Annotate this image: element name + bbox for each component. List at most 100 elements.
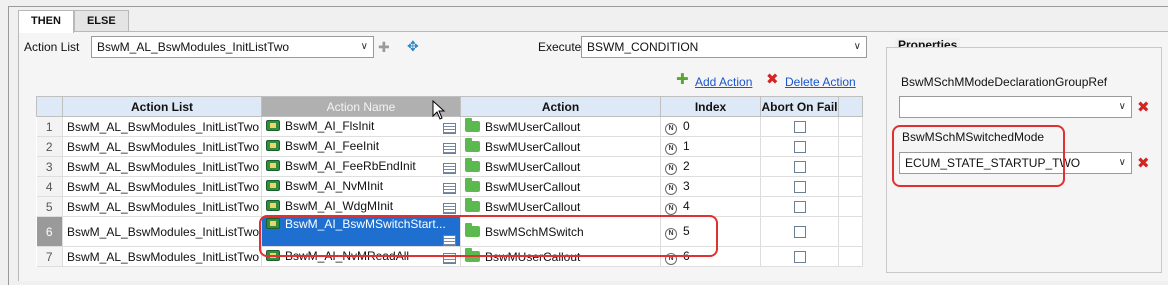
abort-on-fail-cell [760,156,839,177]
action-item-icon [266,120,280,131]
navigate-icon[interactable]: ✥ [407,39,419,53]
action-type-text: BswMUserCallout [485,139,581,154]
add-icon: ✚ [676,71,689,88]
index-cell[interactable]: N4 [660,196,761,217]
column-header-abort-on-fail[interactable]: Abort On Fail [760,96,839,117]
row-number: 3 [36,156,63,177]
action-name-cell[interactable]: BswM_AI_FeeInit [261,136,461,157]
column-header-index[interactable]: Index [660,96,761,117]
action-list-cell[interactable]: BswM_AL_BswModules_InitListTwo [62,136,262,157]
table-row[interactable]: 2 BswM_AL_BswModules_InitListTwo BswM_AI_F… [36,136,863,157]
action-list-label: Action List [24,40,80,54]
filler-cell [838,176,863,197]
integer-icon: N [665,202,677,215]
column-header-action[interactable]: Action [460,96,661,117]
row-number-header [36,96,63,117]
filler-header [838,96,863,117]
abort-on-fail-checkbox[interactable] [793,226,806,239]
action-item-icon [266,160,280,171]
clear-switched-mode-icon[interactable]: ✖ [1137,156,1150,171]
action-cell[interactable]: BswMUserCallout [460,136,661,157]
action-name-cell[interactable]: BswM_AI_WdgMInit [261,196,461,217]
list-editor-icon[interactable] [443,163,456,174]
abort-on-fail-cell [760,246,839,267]
index-value: 4 [683,198,690,213]
action-name-text: BswM_AI_FeeInit [285,139,380,153]
action-item-icon [266,180,280,191]
row-number: 2 [36,136,63,157]
table-row[interactable]: 1 BswM_AL_BswModules_InitListTwo BswM_AI_F… [36,116,863,137]
list-editor-icon[interactable] [443,203,456,214]
abort-on-fail-cell [760,216,839,247]
folder-icon [465,197,480,212]
filler-cell [838,116,863,137]
column-header-action-list[interactable]: Action List [62,96,262,117]
index-cell[interactable]: N3 [660,176,761,197]
integer-icon: N [665,122,677,135]
execute-value: BSWM_CONDITION [587,40,699,54]
folder-icon [465,157,480,172]
action-list-cell[interactable]: BswM_AL_BswModules_InitListTwo [62,216,262,247]
add-action-link[interactable]: Add Action [695,75,752,89]
filler-cell [838,136,863,157]
action-list-select[interactable]: BswM_AL_BswModules_InitListTwo ∨ [91,36,374,58]
folder-icon [465,137,480,152]
list-editor-icon[interactable] [443,143,456,154]
execute-select[interactable]: BSWM_CONDITION ∨ [581,36,867,58]
index-cell[interactable]: N0 [660,116,761,137]
filler-cell [838,156,863,177]
action-name-cell[interactable]: BswM_AI_FeeRbEndInit [261,156,461,177]
delete-action-link[interactable]: Delete Action [785,75,856,89]
table-row[interactable]: 5 BswM_AL_BswModules_InitListTwo BswM_AI_W… [36,196,863,217]
folder-icon [465,177,480,192]
abort-on-fail-checkbox[interactable] [793,161,806,174]
action-list-cell[interactable]: BswM_AL_BswModules_InitListTwo [62,196,262,217]
row-number: 1 [36,116,63,137]
action-list-cell[interactable]: BswM_AL_BswModules_InitListTwo [62,176,262,197]
mode-decl-group-select[interactable]: ∨ [899,96,1132,118]
action-type-text: BswMUserCallout [485,199,581,214]
tab-then[interactable]: THEN [18,10,74,33]
filler-cell [838,196,863,217]
abort-on-fail-checkbox[interactable] [793,141,806,154]
abort-on-fail-checkbox[interactable] [793,121,806,134]
mouse-cursor-icon [432,100,446,120]
action-name-text: BswM_AI_FeeRbEndInit [285,159,416,173]
row-number: 7 [36,246,63,267]
action-cell[interactable]: BswMUserCallout [460,196,661,217]
table-row[interactable]: 3 BswM_AL_BswModules_InitListTwo BswM_AI_F… [36,156,863,177]
action-cell[interactable]: BswMUserCallout [460,176,661,197]
execute-label: Execute [538,40,582,54]
index-value: 3 [683,178,690,193]
table-row[interactable]: 4 BswM_AL_BswModules_InitListTwo BswM_AI_N… [36,176,863,197]
action-name-cell[interactable]: BswM_AI_FlsInit [261,116,461,137]
index-cell[interactable]: N1 [660,136,761,157]
chevron-down-icon: ∨ [1118,157,1126,168]
action-list-cell[interactable]: BswM_AL_BswModules_InitListTwo [62,156,262,177]
folder-icon [465,117,480,132]
action-name-text: BswM_AI_NvMInit [285,179,384,193]
index-value: 0 [683,118,690,133]
abort-on-fail-checkbox[interactable] [793,181,806,194]
abort-on-fail-checkbox[interactable] [793,251,806,264]
abort-on-fail-cell [760,136,839,157]
action-list-value: BswM_AL_BswModules_InitListTwo [97,40,290,54]
tab-else[interactable]: ELSE [73,10,129,32]
action-list-cell[interactable]: BswM_AL_BswModules_InitListTwo [62,246,262,267]
action-cell[interactable]: BswMUserCallout [460,156,661,177]
list-editor-icon[interactable] [443,123,456,134]
list-editor-icon[interactable] [443,183,456,194]
column-header-action-name[interactable]: Action Name [261,96,461,117]
row-number: 4 [36,176,63,197]
abort-on-fail-checkbox[interactable] [793,201,806,214]
action-type-text: BswMUserCallout [485,179,581,194]
add-list-icon[interactable]: ✚ [378,40,390,54]
action-type-text: BswMUserCallout [485,119,581,134]
chevron-down-icon: ∨ [360,41,368,52]
action-name-cell[interactable]: BswM_AI_NvMInit [261,176,461,197]
index-cell[interactable]: N2 [660,156,761,177]
index-value: 2 [683,158,690,173]
clear-mode-decl-icon[interactable]: ✖ [1137,100,1150,115]
action-list-cell[interactable]: BswM_AL_BswModules_InitListTwo [62,116,262,137]
action-cell[interactable]: BswMUserCallout [460,116,661,137]
